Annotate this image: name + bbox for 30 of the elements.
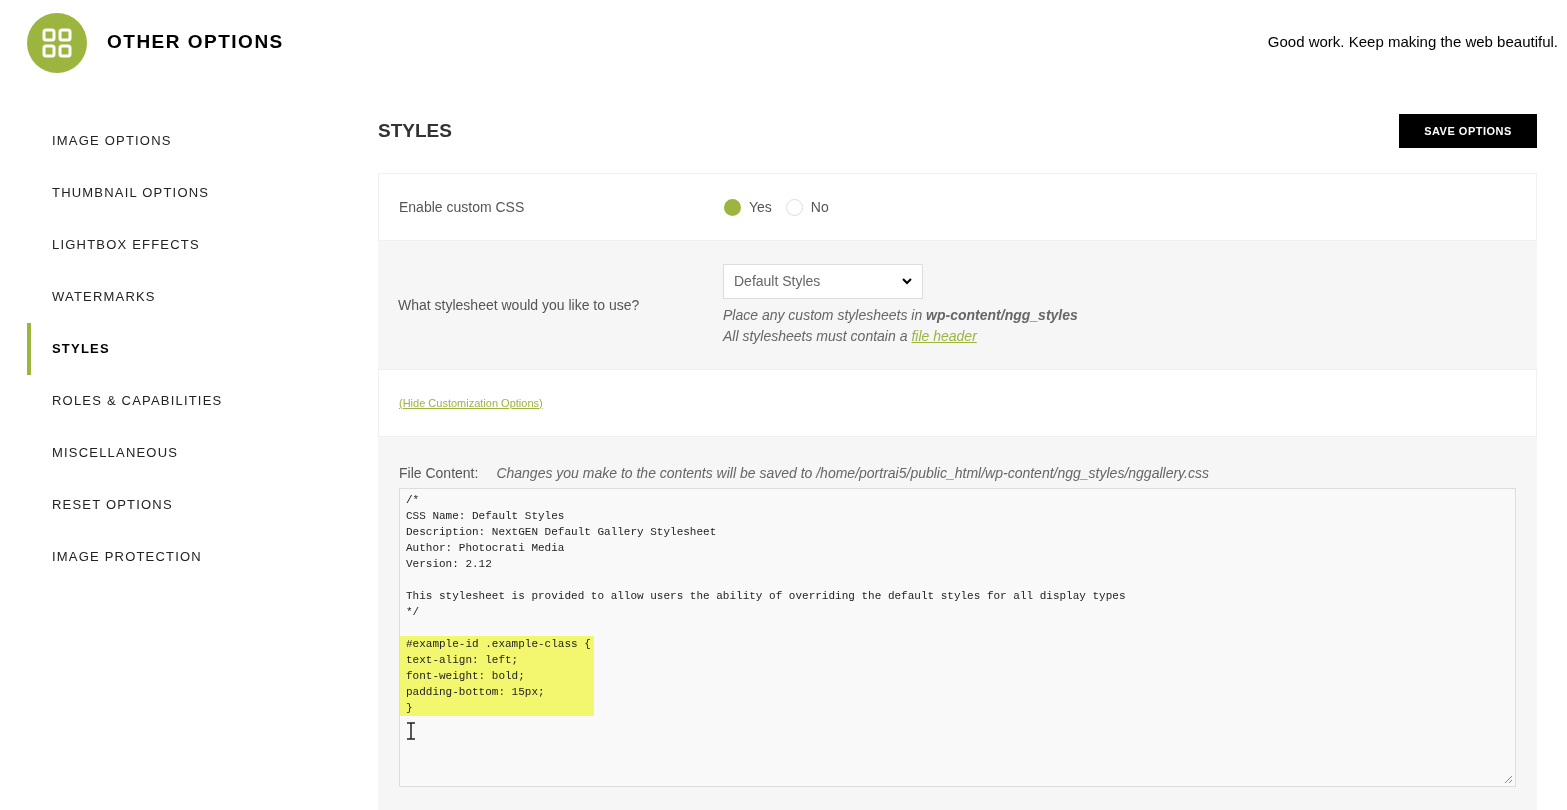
sidebar-item[interactable]: MISCELLANEOUS — [52, 443, 179, 463]
sidebar-item[interactable]: IMAGE OPTIONS — [52, 131, 172, 151]
sidebar-item[interactable]: THUMBNAIL OPTIONS — [52, 183, 210, 203]
css-code-text: /* CSS Name: Default Styles Description: NextGEN Default Gallery Stylesheet Author: Photocrati Media Version: 2.12 This stylesheet is provided to allow users the ability of overriding the default styles for all display types */ — [406, 493, 1127, 620]
radio-label: No — [810, 197, 829, 217]
radio-label: Yes — [749, 197, 772, 217]
resize-handle-icon[interactable] — [1504, 775, 1513, 784]
save-path-note: Changes you make to the contents will be saved to /home/portrai5/public_html/wp-content/ngg_styles/nggallery.css — [496, 464, 1209, 483]
sidebar-item[interactable]: WATERMARKS — [52, 287, 156, 307]
tagline: Good work. Keep making the web beautiful. — [1267, 32, 1558, 53]
sidebar-item[interactable]: IMAGE PROTECTION — [52, 547, 202, 567]
setting-label: What stylesheet would you like to use? — [398, 295, 641, 315]
save-options-button[interactable]: SAVE OPTIONS — [1399, 114, 1537, 148]
section-title: STYLES — [378, 118, 452, 143]
hint-text: All stylesheets must contain a — [723, 326, 908, 346]
setting-label: Enable custom CSS — [399, 197, 526, 217]
page-title: OTHER OPTIONS — [107, 30, 284, 55]
css-editor-field[interactable] — [399, 488, 1516, 787]
sidebar-item[interactable]: RESET OPTIONS — [52, 495, 173, 515]
sidebar-item[interactable]: LIGHTBOX EFFECTS — [52, 235, 200, 255]
field-label: File Content: — [399, 464, 479, 483]
radio-button[interactable] — [785, 198, 803, 216]
stylesheet-select[interactable]: Default Styles — [723, 263, 923, 299]
sidebar-item[interactable]: ROLES & CAPABILITIES — [52, 391, 223, 411]
hint-text: Place any custom stylesheets in wp-content/ngg_styles — [723, 305, 1078, 325]
radio-button[interactable] — [724, 198, 741, 216]
selected-code-text: #example-id .example-class { text-align: left; font-weight: bold; padding-bottom: 15px; } — [400, 636, 594, 716]
chevron-down-icon — [902, 277, 912, 285]
sidebar-item[interactable]: STYLES — [52, 339, 110, 359]
text-cursor-icon — [406, 722, 416, 740]
